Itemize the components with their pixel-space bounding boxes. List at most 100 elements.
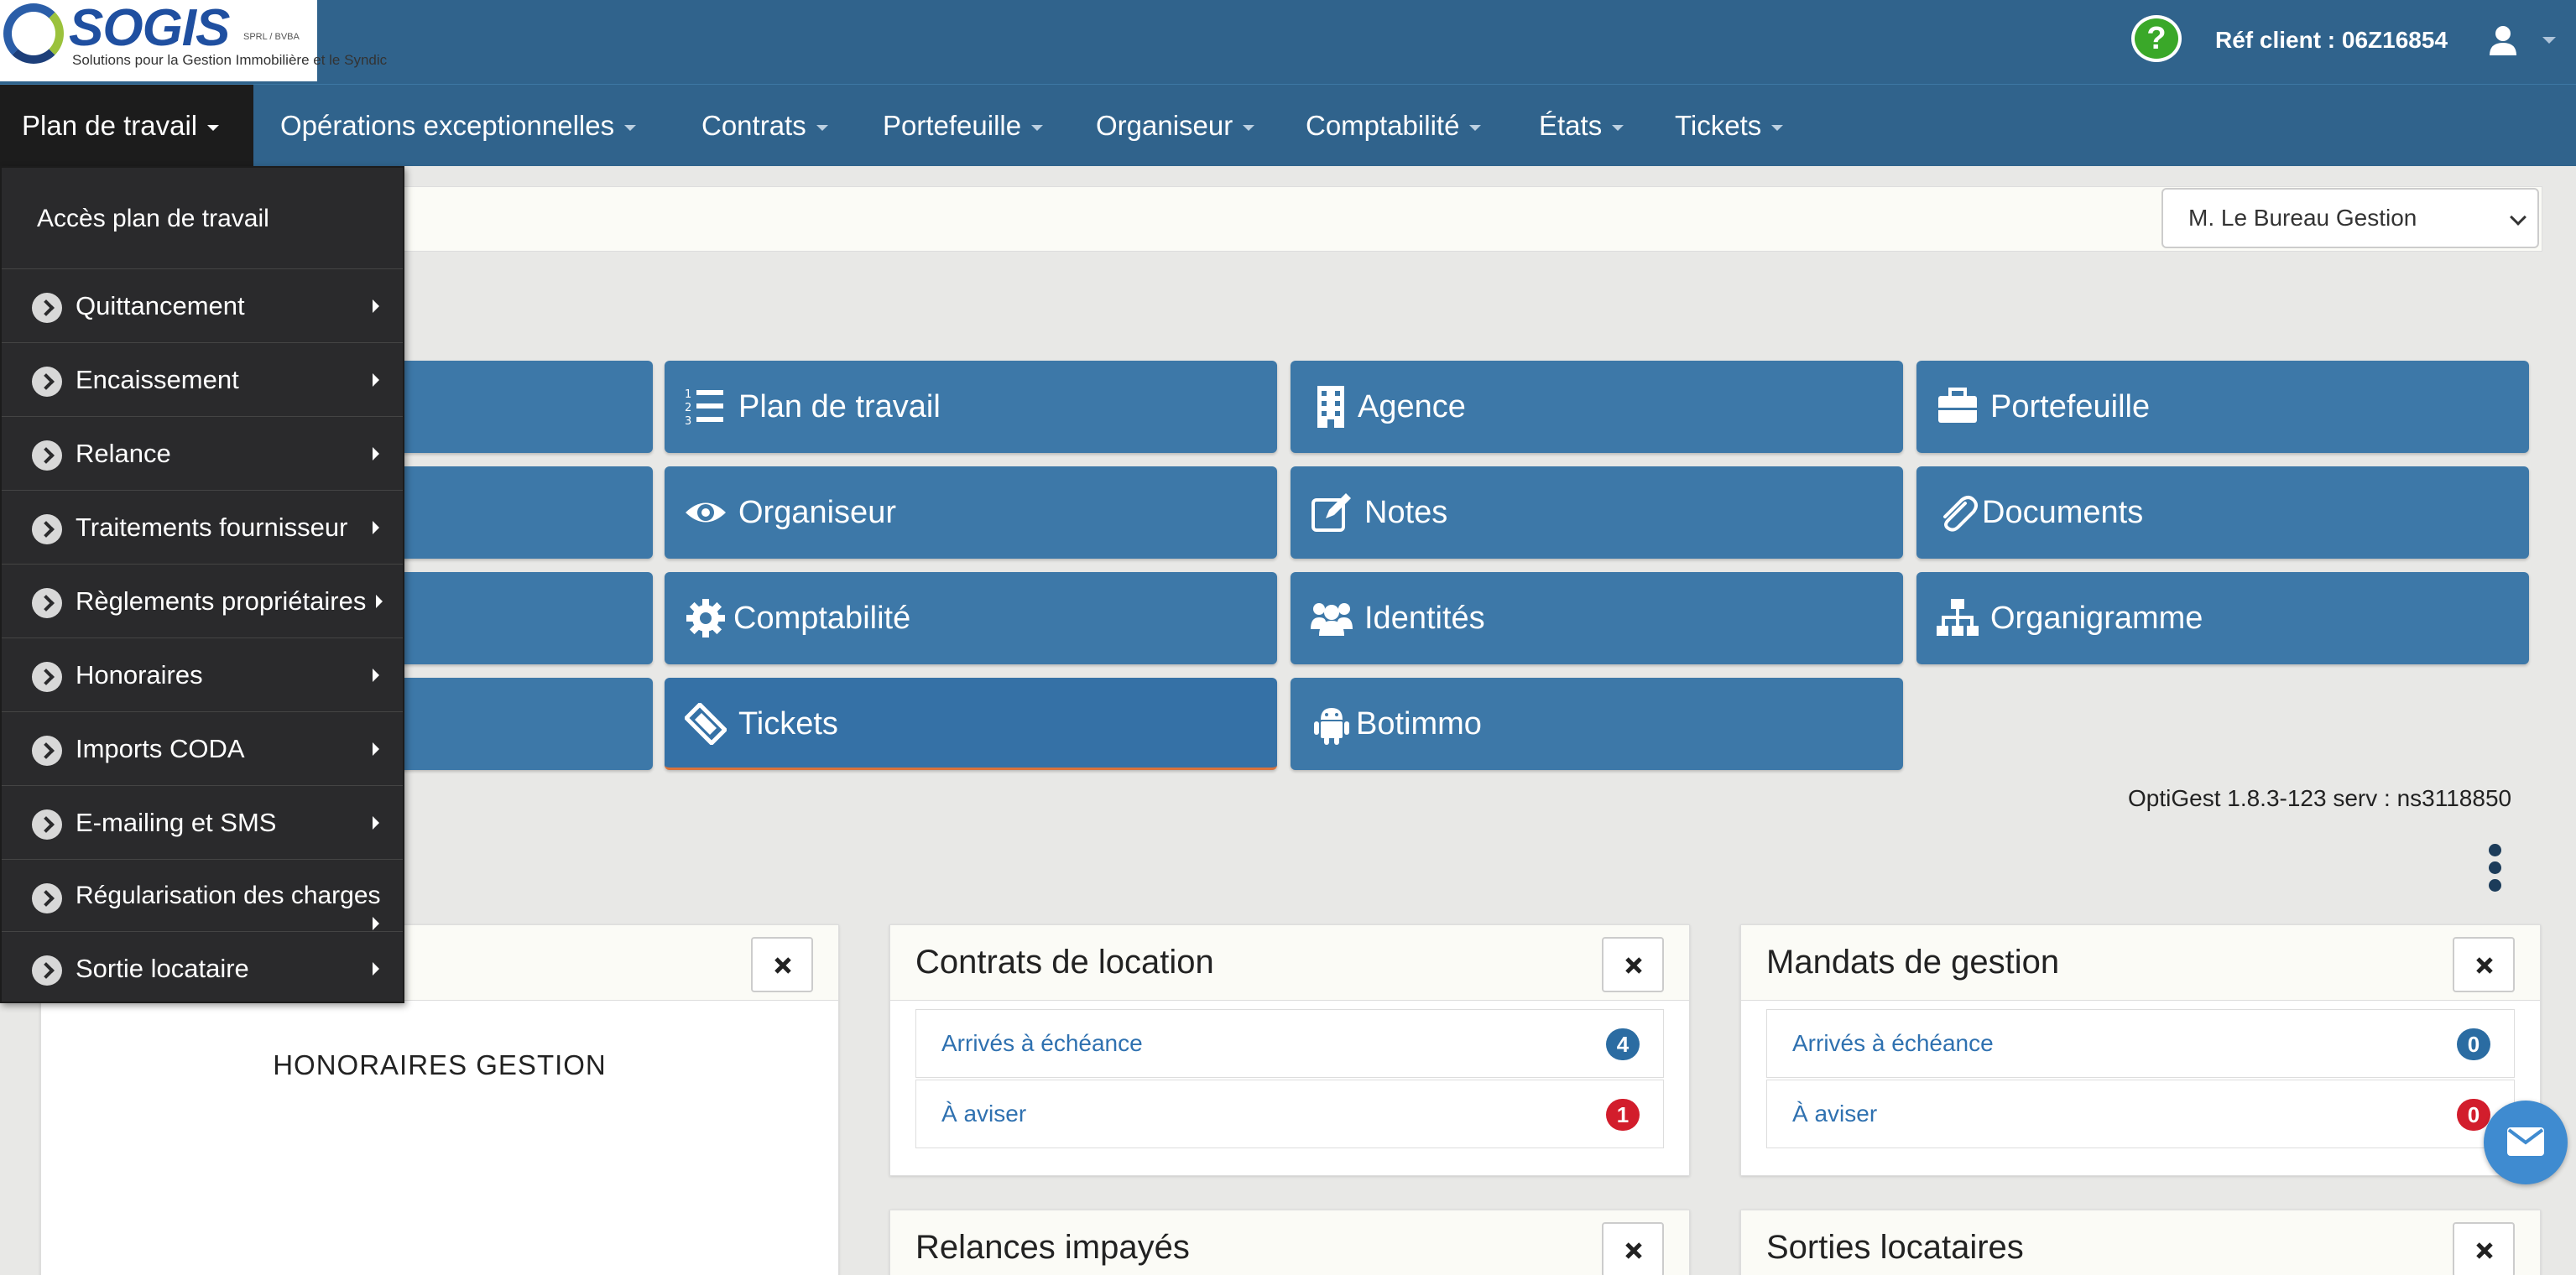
tile-notes[interactable]: Notes xyxy=(1291,466,1903,559)
close-button[interactable] xyxy=(1602,1222,1664,1275)
menu-item-sortie-locataire[interactable]: Sortie locataire xyxy=(2,931,403,1005)
more-options-icon[interactable] xyxy=(2489,844,2502,892)
panel-title: Contrats de location xyxy=(915,944,1214,981)
users-icon xyxy=(1311,603,1353,636)
tile-botimmo[interactable]: Botimmo xyxy=(1291,678,1903,770)
nav-contrats[interactable]: Contrats xyxy=(701,85,828,167)
tile-documents[interactable]: Documents xyxy=(1916,466,2529,559)
tile-label: Identités xyxy=(1364,601,1485,636)
list-item[interactable]: Arrivés à échéance 4 xyxy=(915,1009,1664,1078)
panel-title: Mandats de gestion xyxy=(1766,944,2060,981)
menu-item-quittancement[interactable]: Quittancement xyxy=(2,268,403,342)
list-ol-icon: 1 2 3 xyxy=(685,388,723,428)
tile-tickets[interactable]: Tickets xyxy=(665,678,1277,770)
tile-agence[interactable]: Agence xyxy=(1291,361,1903,453)
svg-text:3: 3 xyxy=(685,415,691,428)
svg-text:2: 2 xyxy=(685,402,691,414)
ref-client: Réf client : 06Z16854 xyxy=(2215,27,2448,53)
tile-label: Tickets xyxy=(738,706,838,742)
tile-label: Agence xyxy=(1358,389,1466,424)
chevron-circle-icon xyxy=(32,293,62,323)
chevron-circle-icon xyxy=(32,955,62,986)
row-label[interactable]: Arrivés à échéance xyxy=(941,1030,1143,1057)
tile-label: Plan de travail xyxy=(738,389,941,424)
panel-title: Relances impayés xyxy=(915,1229,1190,1266)
caret-down-icon xyxy=(1469,124,1482,131)
menu-item-honoraires[interactable]: Honoraires xyxy=(2,638,403,711)
menu-item-emailing-sms[interactable]: E-mailing et SMS xyxy=(2,785,403,859)
row-label[interactable]: Arrivés à échéance xyxy=(1792,1030,1994,1057)
sogis-logo[interactable]: SOGIS SPRL / BVBA Solutions pour la Gest… xyxy=(0,0,387,81)
submenu-arrow-icon xyxy=(373,669,379,682)
nav-tickets[interactable]: Tickets xyxy=(1675,85,1784,167)
menu-item-label: Traitements fournisseur xyxy=(76,513,348,542)
tile-plan-de-travail[interactable]: 1 2 3 Plan de travail xyxy=(665,361,1277,453)
nav-comptabilite[interactable]: Comptabilité xyxy=(1306,85,1482,167)
close-button[interactable] xyxy=(1602,937,1664,992)
select-value: M. Le Bureau Gestion xyxy=(2188,205,2417,231)
gestionnaire-select[interactable]: M. Le Bureau Gestion xyxy=(2161,188,2539,248)
logo-tagline: Solutions pour la Gestion Immobilière et… xyxy=(72,52,388,68)
main-nav: Plan de travail Opérations exceptionnell… xyxy=(0,84,2576,167)
submenu-arrow-icon xyxy=(373,917,379,930)
nav-etats[interactable]: États xyxy=(1539,85,1624,167)
submenu-arrow-icon xyxy=(373,447,379,461)
menu-item-label: Honoraires xyxy=(76,660,203,690)
dropdown-header[interactable]: Accès plan de travail xyxy=(2,168,403,268)
menu-item-label: Régularisation des charges xyxy=(76,882,381,909)
close-button[interactable] xyxy=(751,937,813,992)
nav-organiseur[interactable]: Organiseur xyxy=(1096,85,1255,167)
chevron-circle-icon xyxy=(32,440,62,471)
menu-item-encaissement[interactable]: Encaissement xyxy=(2,342,403,416)
nav-portefeuille[interactable]: Portefeuille xyxy=(883,85,1044,167)
nav-operations-exceptionnelles[interactable]: Opérations exceptionnelles xyxy=(280,85,637,167)
close-icon xyxy=(1625,957,1642,974)
tile-identites[interactable]: Identités xyxy=(1291,572,1903,664)
menu-item-regularisation-charges[interactable]: Régularisation des charges xyxy=(2,859,403,931)
caret-down-icon xyxy=(1771,124,1784,131)
user-icon[interactable] xyxy=(2489,25,2517,55)
menu-item-imports-coda[interactable]: Imports CODA xyxy=(2,711,403,785)
menu-item-reglements-proprietaires[interactable]: Règlements propriétaires xyxy=(2,564,403,638)
menu-item-label: Quittancement xyxy=(76,291,245,320)
honoraires-title: HONORAIRES GESTION xyxy=(273,1049,607,1080)
list-item[interactable]: À aviser 0 xyxy=(1766,1080,2515,1148)
list-item[interactable]: À aviser 1 xyxy=(915,1080,1664,1148)
tile-label: Portefeuille xyxy=(1990,389,2151,424)
message-button[interactable] xyxy=(2484,1101,2568,1184)
list-item[interactable]: Arrivés à échéance 0 xyxy=(1766,1009,2515,1078)
menu-item-label: Relance xyxy=(76,439,171,468)
tile-portefeuille[interactable]: Portefeuille xyxy=(1916,361,2529,453)
panel-header: Sorties locataires xyxy=(1741,1210,2540,1275)
panel-header: Contrats de location xyxy=(890,925,1689,1001)
menu-item-label: Imports CODA xyxy=(76,734,245,763)
edit-icon xyxy=(1311,493,1351,532)
menu-item-label: Règlements propriétaires xyxy=(76,586,367,616)
nav-label: Plan de travail xyxy=(22,110,198,141)
close-button[interactable] xyxy=(2453,1222,2515,1275)
submenu-arrow-icon xyxy=(373,962,379,976)
tile-organiseur[interactable]: Organiseur xyxy=(665,466,1277,559)
nav-plan-de-travail[interactable]: Plan de travail xyxy=(0,85,253,167)
caret-down-icon xyxy=(207,124,220,131)
logo-ring-icon xyxy=(3,3,64,64)
menu-item-traitements-fournisseur[interactable]: Traitements fournisseur xyxy=(2,490,403,564)
tile-comptabilite[interactable]: Comptabilité xyxy=(665,572,1277,664)
user-menu-caret-icon[interactable] xyxy=(2542,37,2556,44)
chevron-circle-icon xyxy=(32,809,62,840)
row-label[interactable]: À aviser xyxy=(1792,1101,1877,1127)
menu-item-relance[interactable]: Relance xyxy=(2,416,403,490)
tile-organigramme[interactable]: Organigramme xyxy=(1916,572,2529,664)
menu-item-label: Encaissement xyxy=(76,365,239,394)
chevron-circle-icon xyxy=(32,367,62,397)
chevron-down-icon xyxy=(2510,209,2526,226)
help-icon[interactable]: ? xyxy=(2131,15,2182,62)
close-button[interactable] xyxy=(2453,937,2515,992)
panel-header: Mandats de gestion xyxy=(1741,925,2540,1001)
panel-contrats-location: Contrats de location Arrivés à échéance … xyxy=(889,924,1690,1176)
logo-legal: SPRL / BVBA xyxy=(243,32,300,42)
submenu-arrow-icon xyxy=(373,816,379,830)
tile-label: Comptabilité xyxy=(733,601,911,636)
row-label[interactable]: À aviser xyxy=(941,1101,1026,1127)
tile-label: Organigramme xyxy=(1990,601,2203,636)
